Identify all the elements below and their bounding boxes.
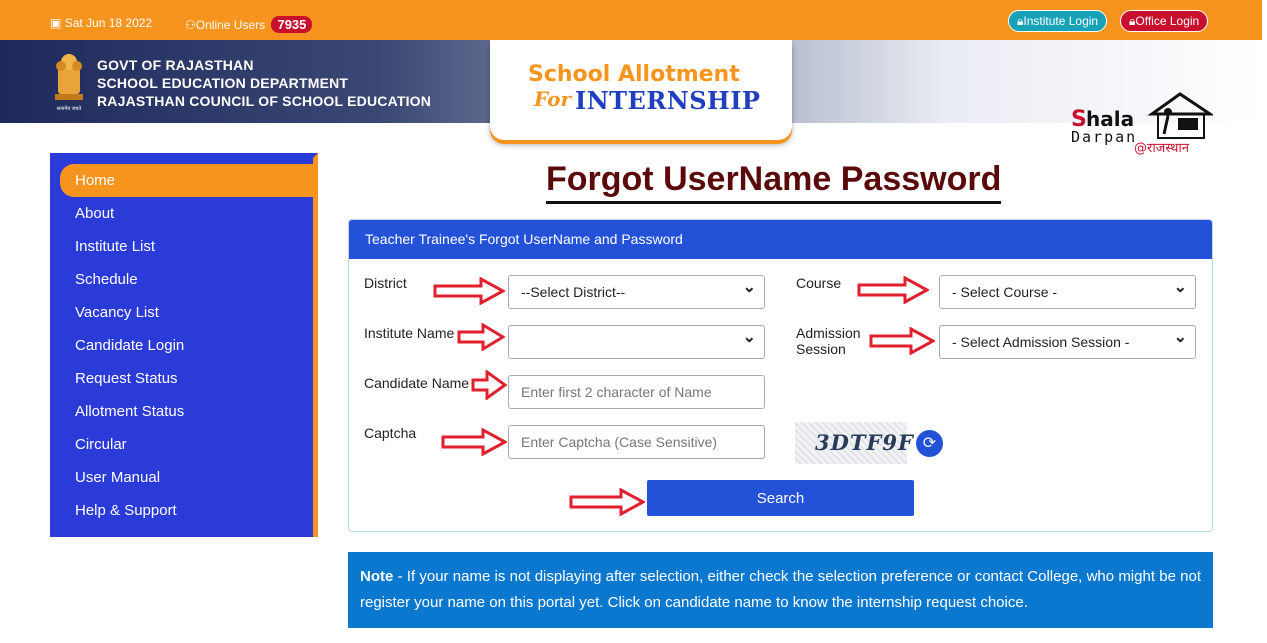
forgot-credentials-panel: Teacher Trainee's Forgot UserName and Pa…: [348, 219, 1213, 532]
sidebar-item-help-support[interactable]: Help & Support: [50, 494, 313, 527]
sidebar-item-institute-list[interactable]: Institute List: [50, 230, 313, 263]
emblem-caption: सत्यमेव जयते: [57, 105, 82, 112]
note-lead: Note: [360, 568, 394, 585]
shala-darpan-logo: S hala Darpan @राजस्थान: [1071, 92, 1213, 156]
logo-subtitle: INTERNSHIP: [575, 86, 761, 115]
district-select-value: --Select District--: [521, 284, 626, 300]
institute-name-select[interactable]: [508, 322, 765, 359]
admission-session-select[interactable]: - Select Admission Session -: [939, 322, 1196, 359]
captcha-label: Captcha: [364, 425, 417, 441]
sidebar-item-circular[interactable]: Circular: [50, 428, 313, 461]
note-text: - If your name is not displaying after s…: [360, 568, 1201, 611]
rajasthan-logo-text: @राजस्थान: [1134, 141, 1190, 156]
sidebar-item-allotment-status[interactable]: Allotment Status: [50, 395, 313, 428]
online-users-count: 7935: [271, 16, 313, 33]
office-login-button[interactable]: 🔒︎Office Login: [1120, 10, 1209, 32]
red-arrow-icon: [569, 488, 645, 516]
red-arrow-icon: [433, 277, 505, 305]
page-title: Forgot UserName Password: [546, 160, 1002, 204]
govt-line-2: SCHOOL EDUCATION DEPARTMENT: [97, 75, 349, 91]
logo-for: For: [534, 87, 571, 111]
institute-login-label: Institute Login: [1023, 14, 1099, 28]
online-users: ⚇Online Users 7935: [185, 16, 313, 33]
course-select[interactable]: - Select Course -: [939, 272, 1196, 309]
course-label: Course: [796, 275, 842, 291]
panel-header: Teacher Trainee's Forgot UserName and Pa…: [349, 220, 1212, 259]
date-text: Sat Jun 18 2022: [64, 16, 153, 30]
red-arrow-icon: [471, 370, 507, 400]
sidebar-item-home[interactable]: Home: [60, 164, 313, 197]
admission-session-select-value: - Select Admission Session -: [952, 334, 1130, 350]
sidebar-item-user-manual[interactable]: User Manual: [50, 461, 313, 494]
refresh-captcha-icon[interactable]: ⟳: [916, 430, 943, 457]
online-users-label: Online Users: [195, 18, 266, 32]
sidebar-nav: Home About Institute List Schedule Vacan…: [50, 153, 318, 537]
school-allotment-logo: School Allotment For INTERNSHIP: [490, 40, 792, 140]
candidate-name-input[interactable]: Enter first 2 character of Name: [508, 375, 765, 409]
date-display: ▣ Sat Jun 18 2022: [50, 16, 152, 30]
sidebar-item-vacancy-list[interactable]: Vacancy List: [50, 296, 313, 329]
darpan-logo-text: Darpan: [1071, 128, 1137, 146]
search-button[interactable]: Search: [647, 480, 914, 516]
sidebar-item-schedule[interactable]: Schedule: [50, 263, 313, 296]
red-arrow-icon: [857, 276, 929, 304]
admission-session-label-line1: Admission: [796, 325, 861, 341]
admission-session-label: Admission Session: [796, 325, 861, 357]
captcha-image: 3DTF9F: [795, 422, 913, 464]
red-arrow-icon: [441, 428, 507, 456]
institute-login-button[interactable]: 🔒︎Institute Login: [1008, 10, 1108, 32]
institute-name-label: Institute Name: [364, 325, 455, 341]
ashoka-emblem-logo: सत्यमेव जयते: [55, 54, 83, 112]
office-login-label: Office Login: [1135, 14, 1200, 28]
govt-line-1: GOVT OF RAJASTHAN: [97, 57, 254, 73]
red-arrow-icon: [457, 323, 505, 351]
admission-session-label-line2: Session: [796, 341, 846, 357]
sidebar-item-request-status[interactable]: Request Status: [50, 362, 313, 395]
sidebar-item-candidate-login[interactable]: Candidate Login: [50, 329, 313, 362]
course-select-value: - Select Course -: [952, 284, 1058, 300]
captcha-text: 3DTF9F: [815, 430, 914, 455]
note-box: Note - If your name is not displaying af…: [348, 552, 1213, 628]
candidate-name-label: Candidate Name: [364, 375, 470, 391]
top-bar: ▣ Sat Jun 18 2022 ⚇Online Users 7935 🔒︎I…: [0, 0, 1262, 40]
sidebar-item-about[interactable]: About: [50, 197, 313, 230]
captcha-input[interactable]: Enter Captcha (Case Sensitive): [508, 425, 765, 459]
red-arrow-icon: [869, 327, 935, 355]
district-select[interactable]: --Select District--: [508, 272, 765, 309]
calendar-icon: ▣: [50, 16, 62, 30]
govt-line-3: RAJASTHAN COUNCIL OF SCHOOL EDUCATION: [97, 93, 432, 109]
user-icon: ⚇: [185, 18, 196, 32]
district-label: District: [364, 275, 407, 291]
logo-title: School Allotment: [528, 62, 740, 87]
